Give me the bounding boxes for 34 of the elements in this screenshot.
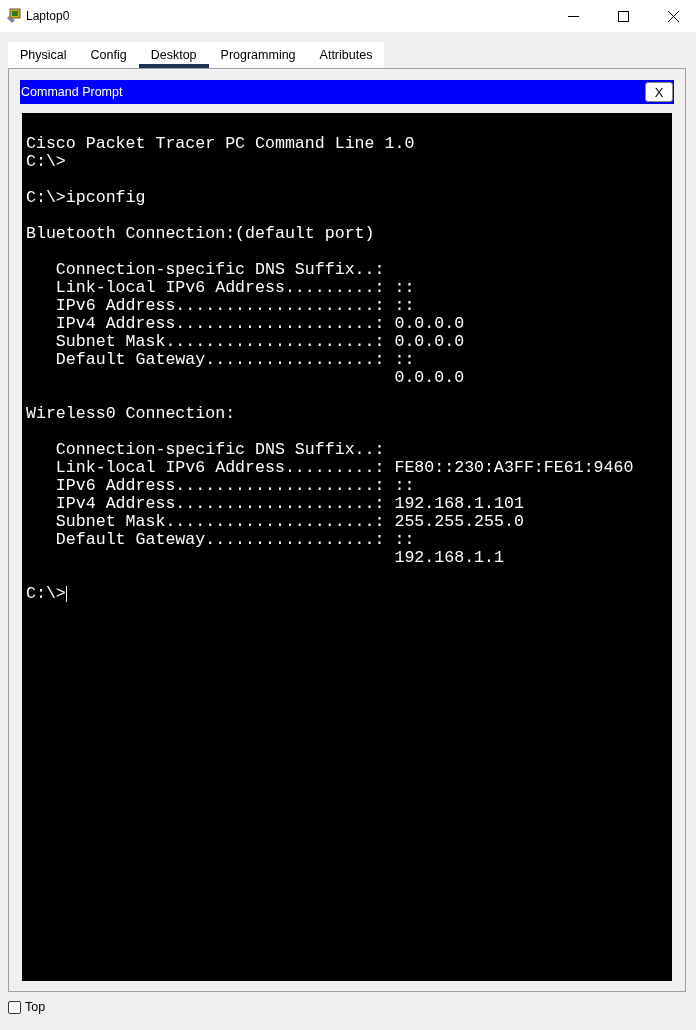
tab[interactable]: Config: [78, 42, 139, 68]
terminal-line: Cisco Packet Tracer PC Command Line 1.0: [26, 135, 415, 153]
terminal-line: Link-local IPv6 Address.........: ::: [54, 279, 415, 297]
terminal-line: Default Gateway.................: ::: [54, 531, 415, 549]
minimize-icon: [567, 15, 579, 17]
terminal-line: IPv4 Address....................: 192.168.1.101: [54, 495, 524, 513]
terminal-prompt: C:\>: [26, 585, 66, 603]
terminal-line: C:\>ipconfig: [26, 189, 146, 207]
text-cursor: [65, 586, 67, 602]
terminal-line: Connection-specific DNS Suffix..:: [54, 441, 385, 459]
terminal-line: Link-local IPv6 Address.........: FE80::230:A3FF:FE61:9460: [54, 459, 634, 477]
tab[interactable]: Attributes: [307, 42, 385, 68]
terminal-line: C:\>: [26, 153, 66, 171]
terminal-line: IPv4 Address....................: 0.0.0.0: [54, 315, 465, 333]
tab[interactable]: Programming: [208, 42, 308, 68]
app-title: Command Prompt: [21, 85, 123, 99]
window-title: Laptop0: [26, 9, 71, 23]
maximize-icon: [617, 10, 629, 22]
terminal-line: 0.0.0.0: [393, 369, 465, 387]
checkbox-label: Top: [25, 1000, 46, 1014]
laptop-icon: [6, 8, 22, 24]
terminal-line: Bluetooth Connection:(default port): [26, 225, 375, 243]
checkbox[interactable]: [8, 1000, 21, 1014]
terminal-line: Subnet Mask.....................: 0.0.0.0: [54, 333, 465, 351]
terminal-line: IPv6 Address....................: ::: [54, 477, 415, 495]
terminal-line: IPv6 Address....................: ::: [54, 297, 415, 315]
terminal-line: Subnet Mask.....................: 255.255.255.0: [54, 513, 524, 531]
terminal-line: Default Gateway.................: ::: [54, 351, 415, 369]
terminal-line: Wireless0 Connection:: [26, 405, 236, 423]
terminal-line: 192.168.1.1: [393, 549, 504, 567]
close-button[interactable]: X: [645, 82, 673, 102]
close-icon: [667, 10, 679, 22]
tab[interactable]: Physical: [8, 42, 79, 68]
terminal-line: Connection-specific DNS Suffix..:: [54, 261, 385, 279]
